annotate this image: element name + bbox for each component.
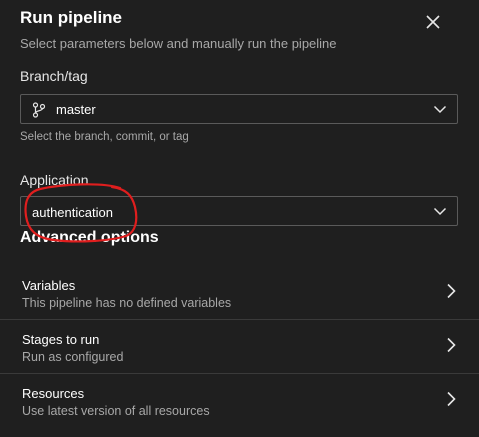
chevron-down-icon xyxy=(433,207,447,216)
divider xyxy=(0,373,479,374)
row-description: This pipeline has no defined variables xyxy=(22,296,232,310)
row-description: Use latest version of all resources xyxy=(22,404,210,418)
row-title: Resources xyxy=(22,386,85,401)
panel-title: Run pipeline xyxy=(20,8,122,27)
chevron-down-icon xyxy=(433,105,447,114)
chevron-right-icon xyxy=(447,337,456,353)
panel-subtitle: Select parameters below and manually run… xyxy=(20,36,337,51)
run-pipeline-panel: Run pipeline Select parameters below and… xyxy=(0,0,479,437)
branch-label: Branch/tag xyxy=(20,68,88,84)
chevron-right-icon xyxy=(447,391,456,407)
application-label: Application xyxy=(20,172,89,188)
branch-hint: Select the branch, commit, or tag xyxy=(20,131,189,143)
branch-icon xyxy=(32,102,46,118)
application-dropdown[interactable]: authentication xyxy=(20,196,458,226)
row-title: Variables xyxy=(22,278,76,293)
close-icon xyxy=(426,15,440,29)
branch-dropdown[interactable]: master xyxy=(20,94,458,124)
close-button[interactable] xyxy=(421,10,445,34)
branch-value: master xyxy=(56,102,96,117)
resources-row[interactable]: Resources Use latest version of all reso… xyxy=(0,381,479,435)
advanced-options-title: Advanced options xyxy=(20,229,159,246)
row-title: Stages to run xyxy=(22,332,100,347)
chevron-right-icon xyxy=(447,283,456,299)
divider xyxy=(0,319,479,320)
row-description: Run as configured xyxy=(22,350,124,364)
application-value: authentication xyxy=(32,205,113,220)
